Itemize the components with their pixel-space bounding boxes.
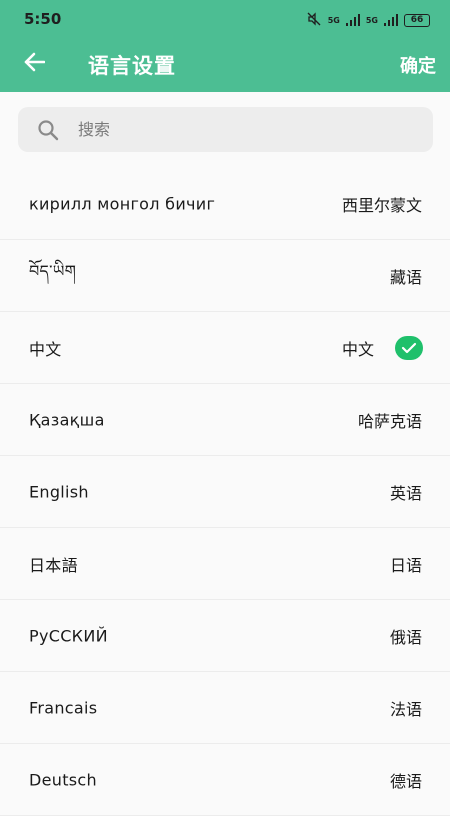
- language-native-name: 日本語: [29, 555, 78, 575]
- language-chinese-name: 哈萨克语: [357, 411, 422, 431]
- language-chinese-name: 中文: [341, 339, 374, 359]
- language-native-name: РуССКИЙ: [29, 626, 108, 645]
- language-native-name: བོད་ཡིག: [29, 261, 77, 280]
- language-chinese-name: 俄语: [389, 627, 422, 647]
- language-chinese-name: 藏语: [389, 267, 422, 287]
- language-item[interactable]: Francais 法语: [0, 672, 450, 744]
- language-native-name: Қазақша: [29, 410, 105, 429]
- top-bar: 5:50 5G 5G 66 语言设置 确定: [0, 0, 450, 92]
- status-time: 5:50: [24, 10, 62, 28]
- network-label-2: 5G: [365, 15, 378, 25]
- signal-icon: [384, 11, 398, 30]
- language-item-selected[interactable]: 中文 中文: [0, 312, 450, 384]
- language-chinese-name: 法语: [389, 699, 422, 719]
- battery-icon: 66: [404, 13, 430, 27]
- network-label-1: 5G: [327, 15, 340, 25]
- language-item[interactable]: English 英语: [0, 456, 450, 528]
- arrow-left-icon: [23, 52, 46, 76]
- language-native-name: 中文: [29, 339, 62, 359]
- language-chinese-name: 西里尔蒙文: [341, 195, 422, 215]
- search-icon: [18, 119, 78, 141]
- status-bar: 5:50 5G 5G 66: [0, 0, 450, 40]
- language-item[interactable]: 日本語 日语: [0, 528, 450, 600]
- search-input[interactable]: [78, 120, 398, 139]
- status-icons: 5G 5G 66: [306, 11, 430, 29]
- language-chinese-name: 英语: [389, 483, 422, 503]
- search-bar[interactable]: [18, 107, 433, 152]
- page-title: 语言设置: [88, 54, 176, 78]
- mute-icon: [306, 11, 322, 30]
- check-icon: [395, 335, 423, 360]
- signal-icon: [345, 11, 360, 30]
- language-native-name: Deutsch: [29, 770, 97, 789]
- language-chinese-name: 日语: [389, 555, 422, 575]
- language-item[interactable]: кирилл монгол бичиг 西里尔蒙文: [0, 168, 450, 240]
- language-native-name: English: [29, 482, 89, 501]
- language-item[interactable]: РуССКИЙ 俄语: [0, 600, 450, 672]
- language-item[interactable]: Қазақша 哈萨克语: [0, 384, 450, 456]
- back-button[interactable]: [18, 48, 50, 80]
- app-bar: 语言设置 确定: [0, 40, 450, 90]
- language-native-name: Francais: [29, 698, 98, 717]
- language-item[interactable]: Deutsch 德语: [0, 744, 450, 816]
- language-item[interactable]: བོད་ཡིག 藏语: [0, 240, 450, 312]
- language-chinese-name: 德语: [389, 771, 422, 791]
- language-list: кирилл монгол бичиг 西里尔蒙文 བོད་ཡིག 藏语 中文 …: [0, 168, 450, 816]
- language-native-name: кирилл монгол бичиг: [29, 194, 216, 213]
- confirm-button[interactable]: 确定: [400, 52, 436, 78]
